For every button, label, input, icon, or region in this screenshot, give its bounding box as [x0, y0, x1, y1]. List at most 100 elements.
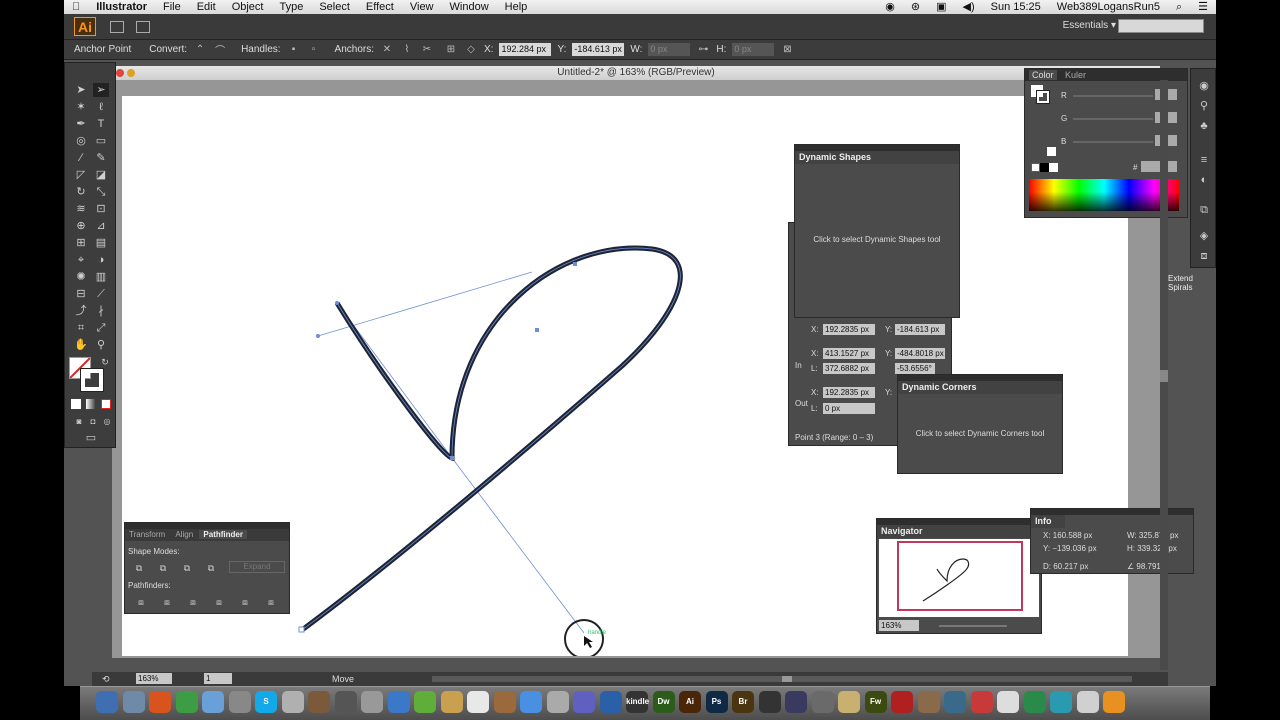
none-swatch[interactable] [1031, 163, 1040, 172]
menu-select[interactable]: Select [311, 0, 358, 14]
notifications-icon[interactable]: ☰ [1190, 0, 1216, 14]
remove-anchor-icon[interactable]: ✕ [380, 44, 394, 55]
w-field[interactable]: 0 px [648, 43, 691, 56]
vertical-scroll-thumb[interactable] [1160, 370, 1168, 382]
x-field[interactable]: 192.284 px [499, 43, 552, 56]
curve-path[interactable] [300, 245, 683, 633]
direct-selection-tool-icon[interactable]: ➢ [93, 83, 109, 97]
in-x-field[interactable]: 413.1527 px [823, 348, 875, 359]
menu-effect[interactable]: Effect [358, 0, 402, 14]
dock-app-icon[interactable] [1103, 691, 1125, 713]
anchor-x-field[interactable]: 192.2835 px [823, 324, 875, 335]
vertical-scrollbar[interactable] [1160, 80, 1168, 670]
anchor-point[interactable] [450, 456, 454, 460]
merge-icon[interactable]: ⧈ [185, 595, 201, 609]
color-mode-icon[interactable] [71, 399, 81, 409]
dock-app-icon[interactable] [599, 691, 622, 713]
b-slider[interactable] [1073, 141, 1153, 143]
handle-point[interactable] [316, 334, 320, 338]
crop-tool-icon[interactable]: ⌗ [73, 321, 89, 335]
swap-fill-stroke-icon[interactable]: ↻ [97, 355, 113, 369]
dock-app-icon[interactable] [917, 691, 940, 713]
handle-point[interactable] [335, 301, 339, 305]
anchor-point[interactable] [298, 626, 305, 633]
unite-icon[interactable]: ⧉ [131, 561, 147, 575]
workspace-switcher[interactable]: Essentials ▾ [1063, 20, 1116, 31]
measure-tool-icon[interactable]: ⤢ [93, 321, 109, 335]
color-spectrum[interactable] [1029, 179, 1179, 211]
gradient-tool-icon[interactable]: ▤ [93, 236, 109, 250]
rotate-view-icon[interactable]: ⟲ [102, 674, 110, 685]
eyedropper-icon[interactable]: ⌖ [73, 253, 89, 267]
isolate-icon[interactable]: ⊠ [780, 44, 794, 55]
dynamic-shapes-hint[interactable]: Click to select Dynamic Shapes tool [795, 235, 959, 244]
horizontal-scroll-thumb[interactable] [782, 676, 792, 682]
layers-icon[interactable]: ◈ [1196, 229, 1212, 243]
menu-help[interactable]: Help [497, 0, 536, 14]
tab-transform[interactable]: Transform [125, 530, 169, 539]
dock-app-icon[interactable] [387, 691, 410, 713]
link-icon[interactable]: ⊶ [696, 44, 710, 55]
align-icon[interactable]: ⊞ [444, 44, 458, 55]
tab-color[interactable]: Color [1029, 70, 1057, 80]
divide-icon[interactable]: ⧈ [133, 595, 149, 609]
page-field[interactable]: 1 [204, 673, 232, 684]
horizontal-scrollbar[interactable] [432, 676, 1132, 682]
tab-pathfinder[interactable]: Pathfinder [199, 530, 247, 539]
minus-front-icon[interactable]: ⧉ [155, 561, 171, 575]
links-icon[interactable]: ⧈ [1196, 249, 1212, 263]
hand-tool-icon[interactable]: ✋ [73, 338, 89, 352]
bridge-icon[interactable] [110, 21, 124, 33]
shape-builder-icon[interactable]: ⊕ [73, 219, 89, 233]
dock-app-icon[interactable] [308, 691, 330, 713]
free-transform-icon[interactable]: ⊡ [93, 202, 109, 216]
dock-app-icon[interactable] [811, 691, 834, 713]
tab-kuler[interactable]: Kuler [1059, 70, 1092, 80]
cut-path-icon[interactable]: ✂ [420, 44, 434, 55]
color-stroke-swatch[interactable] [1036, 90, 1050, 104]
g-slider[interactable] [1073, 118, 1153, 120]
dock-app-icon[interactable] [758, 691, 781, 713]
menu-object[interactable]: Object [224, 0, 272, 14]
h-field[interactable]: 0 px [732, 43, 775, 56]
stroke-swatch[interactable] [80, 368, 104, 392]
anchor-point[interactable] [535, 328, 539, 332]
expand-button[interactable]: Expand [229, 561, 285, 573]
dock-app-icon[interactable] [1050, 691, 1072, 713]
zoom-field[interactable]: 163% [136, 673, 172, 684]
apple-menu-icon[interactable]:  [64, 0, 88, 14]
dock-app-icon[interactable] [573, 691, 595, 713]
dock-app-icon[interactable] [467, 691, 489, 713]
handles-show-icon[interactable]: ▪ [287, 44, 301, 55]
connect-anchor-icon[interactable]: ⌇ [400, 44, 414, 55]
dynamic-corners-hint[interactable]: Click to select Dynamic Corners tool [898, 429, 1062, 438]
dock-app-icon[interactable] [838, 691, 860, 713]
dock-app-icon[interactable] [944, 691, 966, 713]
dock-app-icon[interactable] [546, 691, 569, 713]
navigator-zoom-slider[interactable] [939, 625, 1007, 627]
black-swatch[interactable] [1040, 163, 1049, 172]
dock-app-icon[interactable] [122, 691, 145, 713]
dock-app-icon[interactable] [281, 691, 304, 713]
none-mode-icon[interactable] [101, 399, 111, 409]
menu-file[interactable]: File [155, 0, 189, 14]
dock-app-icon[interactable] [1023, 691, 1046, 713]
appearance-icon[interactable]: ◉ [1196, 79, 1212, 93]
symbols-icon[interactable]: ♣ [1196, 119, 1212, 133]
dock-app-icon[interactable] [493, 691, 516, 713]
exclude-icon[interactable]: ⧉ [203, 561, 219, 575]
y-field[interactable]: -184.613 px [572, 43, 625, 56]
minimize-window-button[interactable] [127, 69, 135, 77]
tab-align[interactable]: Align [171, 530, 197, 539]
arrange-documents-icon[interactable] [136, 21, 150, 33]
in-length-field[interactable]: 372.6882 px [823, 363, 875, 374]
crop-icon[interactable]: ⧈ [211, 595, 227, 609]
perspective-grid-icon[interactable]: ⊿ [93, 219, 109, 233]
dock-app-icon[interactable] [228, 691, 251, 713]
graph-tool-icon[interactable]: ▥ [93, 270, 109, 284]
anchor-point[interactable] [573, 262, 577, 266]
outline-icon[interactable]: ⧈ [237, 595, 253, 609]
dock-app-icon[interactable]: Br [732, 691, 754, 713]
clock[interactable]: Sun 15:25 [983, 0, 1049, 14]
display-icon[interactable]: ▣ [928, 0, 954, 14]
